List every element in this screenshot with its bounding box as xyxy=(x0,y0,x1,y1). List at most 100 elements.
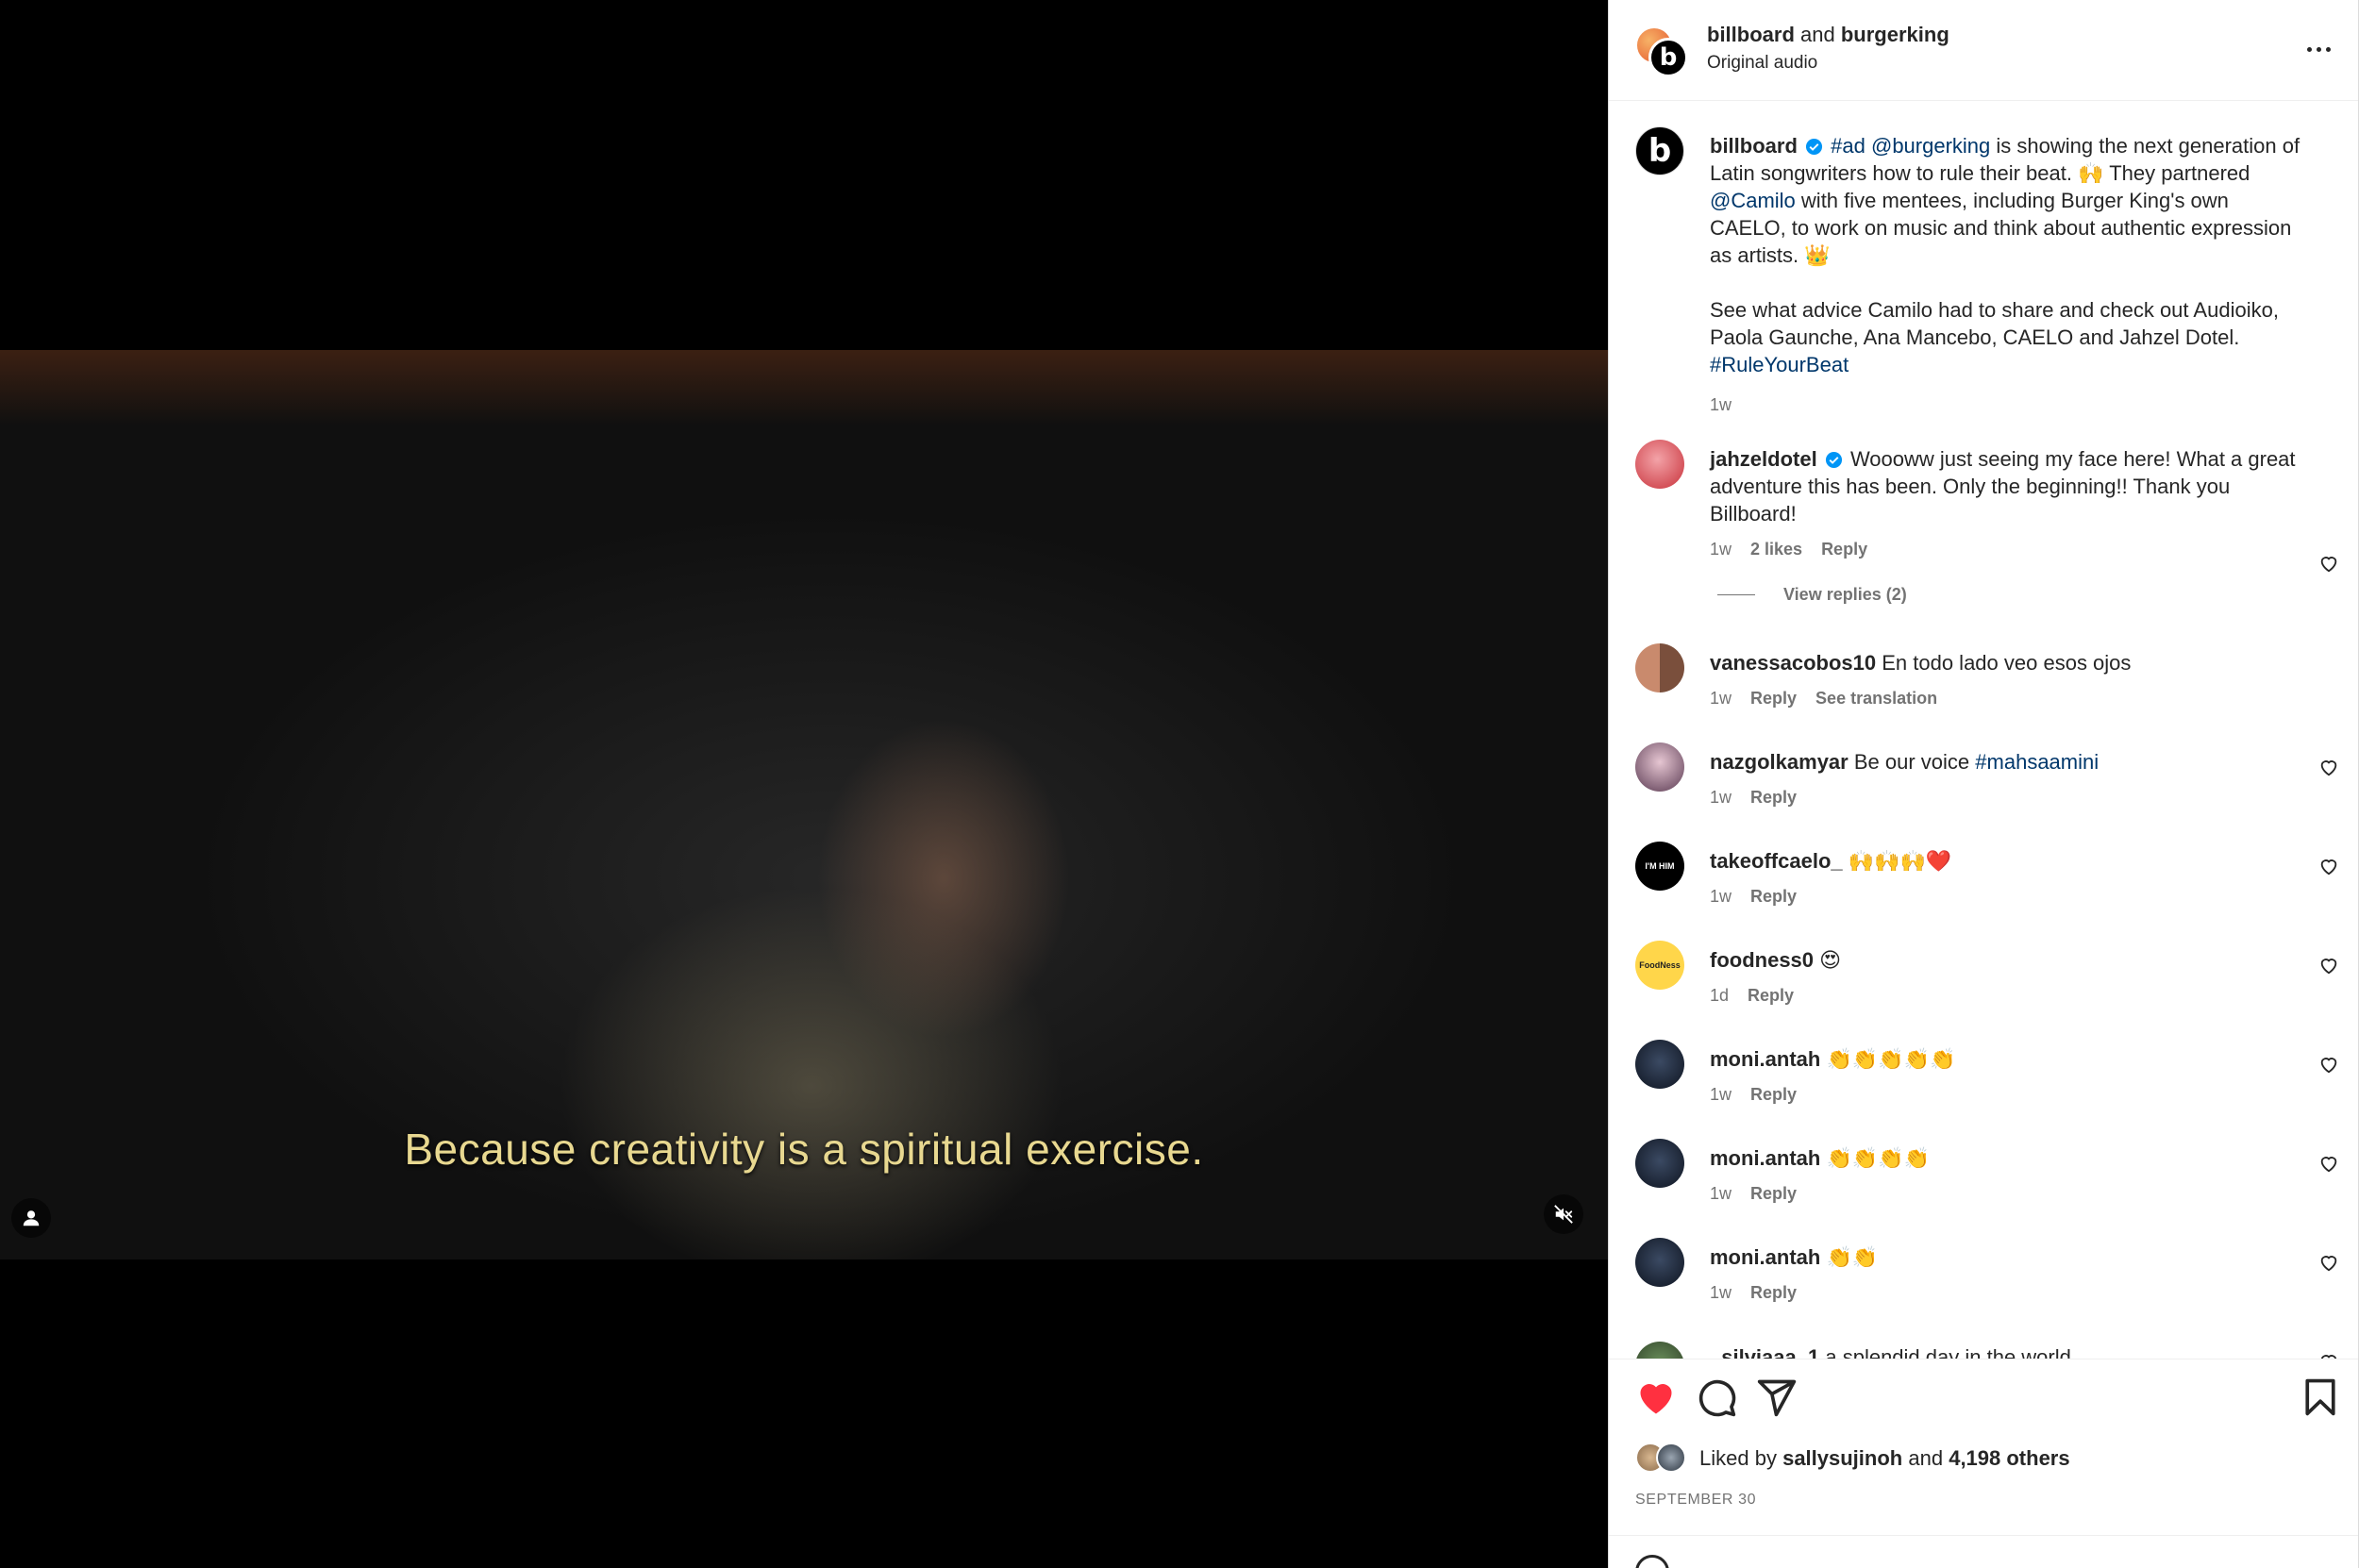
header-username-billboard[interactable]: billboard xyxy=(1707,23,1795,46)
liked-by-others[interactable]: 4,198 others xyxy=(1949,1446,2069,1470)
caption-body-2: with five mentees, including Burger King… xyxy=(1710,189,2292,267)
comments-list[interactable]: b billboard #ad @burgerking is showing t… xyxy=(1609,102,2358,1359)
comment-text: foodness0 😍 xyxy=(1710,946,2304,974)
comment-text: moni.antah 👏👏 xyxy=(1710,1243,2304,1271)
comment-text: moni.antah 👏👏👏👏👏 xyxy=(1710,1045,2304,1073)
reply-button[interactable]: Reply xyxy=(1750,788,1797,808)
comment-username[interactable]: _silviaaa_1 xyxy=(1710,1345,1819,1359)
reply-button[interactable]: Reply xyxy=(1821,540,1867,559)
reply-button[interactable]: Reply xyxy=(1750,1184,1797,1204)
see-translation-button[interactable]: See translation xyxy=(1815,689,1937,709)
hashtag-link[interactable]: #mahsaamini xyxy=(1975,750,2099,774)
commenter-avatar[interactable] xyxy=(1635,1139,1684,1188)
comment-body: 😍 xyxy=(1819,948,1842,972)
comment-time[interactable]: 1d xyxy=(1710,986,1729,1006)
comment-body: Be our voice xyxy=(1853,750,1970,774)
mention-burgerking[interactable]: @burgerking xyxy=(1871,134,1990,158)
comment-username[interactable]: moni.antah xyxy=(1710,1146,1820,1170)
avatar-text: FoodNess xyxy=(1639,960,1681,970)
heart-outline-icon[interactable] xyxy=(2318,757,2339,777)
liked-avatars[interactable] xyxy=(1635,1443,1688,1475)
replies-divider xyxy=(1717,594,1755,595)
comment-time[interactable]: 1w xyxy=(1710,1184,1732,1204)
heart-filled-icon[interactable] xyxy=(1635,1376,1677,1418)
reply-button[interactable]: Reply xyxy=(1750,887,1797,907)
comment-text: moni.antah 👏👏👏👏 xyxy=(1710,1144,2304,1172)
user-tag-icon[interactable] xyxy=(11,1198,51,1238)
commenter-avatar[interactable] xyxy=(1635,440,1684,489)
add-comment-bar[interactable] xyxy=(1609,1535,2358,1568)
bookmark-icon[interactable] xyxy=(2300,1376,2341,1418)
reply-button[interactable]: Reply xyxy=(1748,986,1794,1006)
emoji-icon[interactable] xyxy=(1635,1555,1669,1568)
hashtag-ruleyourbeat[interactable]: #RuleYourBeat xyxy=(1710,353,1849,376)
comment-username[interactable]: takeoffcaelo_ xyxy=(1710,849,1843,873)
comment-time[interactable]: 1w xyxy=(1710,1085,1732,1105)
heart-outline-icon[interactable] xyxy=(2318,1054,2339,1075)
caption-body-1: is showing the next generation of Latin … xyxy=(1710,134,2300,185)
speaker-muted-icon[interactable] xyxy=(1544,1194,1583,1234)
comment-body: 👏👏👏👏👏 xyxy=(1826,1047,1956,1071)
video-backdrop xyxy=(0,350,1608,425)
heart-outline-icon[interactable] xyxy=(2318,1351,2339,1359)
commenter-avatar[interactable] xyxy=(1635,1040,1684,1089)
heart-outline-icon[interactable] xyxy=(2318,1252,2339,1273)
comment-meta: 1w Reply xyxy=(1710,1184,1797,1204)
billboard-avatar: b xyxy=(1648,38,1688,77)
comment-time[interactable]: 1w xyxy=(1710,689,1732,709)
collab-avatars[interactable]: b xyxy=(1635,26,1690,77)
comment-text: _silviaaa_1 a splendid day in the world xyxy=(1710,1343,2304,1359)
caption-body-3: See what advice Camilo had to share and … xyxy=(1710,298,2279,349)
comment-meta: 1w Reply xyxy=(1710,788,1797,808)
view-replies-button[interactable]: View replies (2) xyxy=(1717,585,1907,605)
view-replies-label: View replies (2) xyxy=(1783,585,1907,604)
heart-outline-icon[interactable] xyxy=(2318,856,2339,876)
post-media[interactable]: Because creativity is a spiritual exerci… xyxy=(0,0,1608,1568)
comment-username[interactable]: moni.antah xyxy=(1710,1245,1820,1269)
billboard-avatar[interactable]: b xyxy=(1635,126,1684,175)
reply-button[interactable]: Reply xyxy=(1750,1283,1797,1303)
commenter-avatar[interactable] xyxy=(1635,742,1684,792)
comment-time[interactable]: 1w xyxy=(1710,1283,1732,1303)
paper-plane-icon[interactable] xyxy=(1756,1376,1798,1418)
comment-username[interactable]: jahzeldotel xyxy=(1710,447,1817,471)
comment-username[interactable]: moni.antah xyxy=(1710,1047,1820,1071)
caption-username[interactable]: billboard xyxy=(1710,134,1798,158)
heart-outline-icon[interactable] xyxy=(2318,955,2339,976)
commenter-avatar[interactable]: FoodNess xyxy=(1635,941,1684,990)
more-horizontal-icon[interactable] xyxy=(2300,32,2337,66)
post-header: b billboard and burgerking Original audi… xyxy=(1609,0,2358,101)
comment-bubble-icon[interactable] xyxy=(1696,1376,1737,1418)
avatar-text: I'M HIM xyxy=(1645,861,1675,871)
comment-time[interactable]: 1w xyxy=(1710,788,1732,808)
mention-camilo[interactable]: @Camilo xyxy=(1710,189,1796,212)
comment-username[interactable]: nazgolkamyar xyxy=(1710,750,1849,774)
commenter-avatar[interactable] xyxy=(1635,1238,1684,1287)
commenter-avatar[interactable] xyxy=(1635,1342,1684,1359)
comment-likes[interactable]: 2 likes xyxy=(1750,540,1802,559)
comment-meta: 1w Reply xyxy=(1710,887,1797,907)
audio-label[interactable]: Original audio xyxy=(1707,53,1817,74)
video-subtitle: Because creativity is a spiritual exerci… xyxy=(404,1125,1204,1174)
liked-by-user[interactable]: sallysujinoh xyxy=(1782,1446,1902,1470)
comment-time[interactable]: 1w xyxy=(1710,540,1732,559)
caption-time[interactable]: 1w xyxy=(1710,395,1732,415)
heart-outline-icon[interactable] xyxy=(2318,1153,2339,1174)
commenter-avatar[interactable]: I'M HIM xyxy=(1635,842,1684,891)
heart-outline-icon[interactable] xyxy=(2318,553,2339,574)
comment-time[interactable]: 1w xyxy=(1710,887,1732,907)
comment-username[interactable]: foodness0 xyxy=(1710,948,1814,972)
liked-by-joiner: and xyxy=(1908,1446,1944,1470)
post-date[interactable]: SEPTEMBER 30 xyxy=(1635,1492,1756,1509)
hashtag-ad[interactable]: #ad xyxy=(1831,134,1865,158)
comment-meta: 1d Reply xyxy=(1710,986,1794,1006)
commenter-avatar[interactable] xyxy=(1635,643,1684,692)
reply-button[interactable]: Reply xyxy=(1750,689,1797,709)
comment-text: nazgolkamyar Be our voice #mahsaamini xyxy=(1710,748,2304,776)
post-details-panel: b billboard and burgerking Original audi… xyxy=(1608,0,2359,1568)
header-username-burgerking[interactable]: burgerking xyxy=(1841,23,1949,46)
video-player[interactable]: Because creativity is a spiritual exerci… xyxy=(0,350,1608,1259)
comment-meta: 1w 2 likes Reply xyxy=(1710,540,1867,559)
comment-username[interactable]: vanessacobos10 xyxy=(1710,651,1876,675)
reply-button[interactable]: Reply xyxy=(1750,1085,1797,1105)
